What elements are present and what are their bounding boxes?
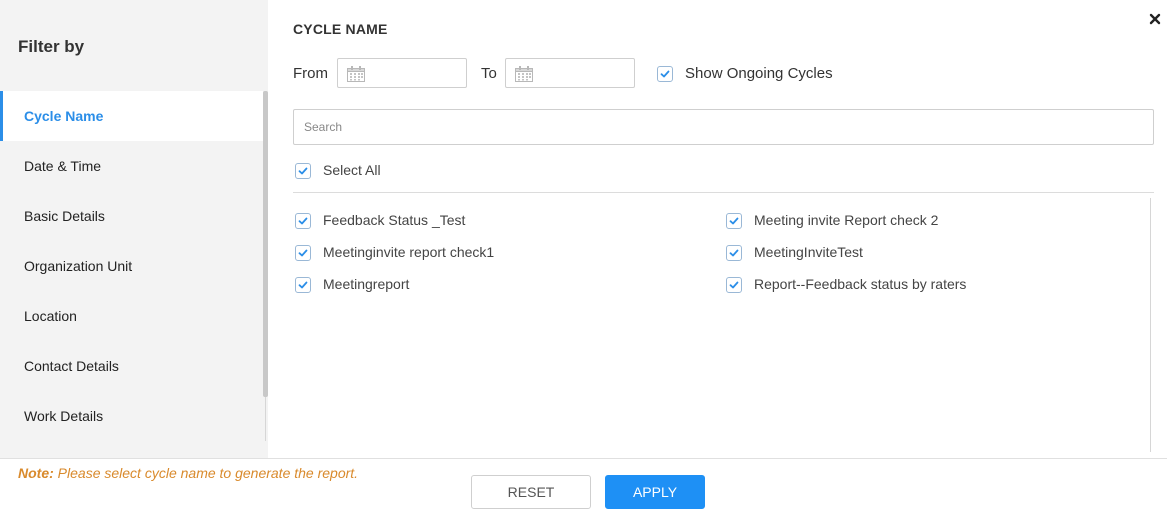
reset-button[interactable]: RESET: [471, 475, 591, 509]
cycle-checkbox[interactable]: [295, 245, 311, 261]
sidebar-item-work-details[interactable]: Work Details: [0, 391, 263, 441]
main-content: CYCLE NAME From To Show Ongoing Cycles S…: [268, 0, 1167, 458]
select-all-checkbox[interactable]: [295, 163, 311, 179]
show-ongoing-label[interactable]: Show Ongoing Cycles: [685, 65, 833, 82]
sidebar-item-location[interactable]: Location: [0, 291, 263, 341]
cycle-checkbox[interactable]: [726, 245, 742, 261]
note-prefix: Note:: [18, 465, 54, 481]
checkmark-icon: [298, 281, 308, 289]
from-date-field[interactable]: [337, 58, 467, 88]
cycle-item-label[interactable]: Meetingreport: [323, 276, 409, 292]
to-date-field[interactable]: [505, 58, 635, 88]
close-icon[interactable]: [1148, 12, 1162, 26]
divider: [293, 192, 1154, 193]
select-all-label[interactable]: Select All: [323, 162, 381, 178]
cycle-checkbox[interactable]: [295, 277, 311, 293]
cycle-item-label[interactable]: Meetinginvite report check1: [323, 244, 494, 260]
sidebar-item-organization-unit[interactable]: Organization Unit: [0, 241, 263, 291]
filter-sidebar: Filter by Cycle Name Date & Time Basic D…: [0, 0, 268, 458]
footer-note: Note: Please select cycle name to genera…: [18, 465, 358, 481]
cycle-item-label[interactable]: Report--Feedback status by raters: [754, 276, 966, 292]
section-title: CYCLE NAME: [293, 21, 388, 37]
sidebar-item-contact-details[interactable]: Contact Details: [0, 341, 263, 391]
sidebar-item-date-time[interactable]: Date & Time: [0, 141, 263, 191]
sidebar-scrollbar-track: [265, 397, 266, 441]
cycle-item-label[interactable]: Feedback Status _Test: [323, 212, 465, 228]
calendar-icon: [347, 66, 365, 82]
cycle-item-label[interactable]: MeetingInviteTest: [754, 244, 863, 260]
footer-divider: [0, 458, 1167, 459]
cycle-list-scrollbar[interactable]: [1150, 198, 1151, 452]
sidebar-title: Filter by: [18, 37, 85, 56]
checkmark-icon: [729, 249, 739, 257]
checkmark-icon: [298, 217, 308, 225]
checkmark-icon: [729, 281, 739, 289]
show-ongoing-checkbox[interactable]: [657, 66, 673, 82]
sidebar-item-basic-details[interactable]: Basic Details: [0, 191, 263, 241]
cycle-item-label[interactable]: Meeting invite Report check 2: [754, 212, 938, 228]
sidebar-list: Cycle Name Date & Time Basic Details Org…: [0, 91, 263, 441]
cycle-checkbox[interactable]: [295, 213, 311, 229]
cycle-checkbox[interactable]: [726, 213, 742, 229]
checkmark-icon: [298, 249, 308, 257]
sidebar-item-cycle-name[interactable]: Cycle Name: [0, 91, 263, 141]
search-input[interactable]: [293, 109, 1154, 145]
apply-button[interactable]: APPLY: [605, 475, 705, 509]
note-text: Please select cycle name to generate the…: [53, 465, 359, 481]
filter-panel: Filter by Cycle Name Date & Time Basic D…: [0, 0, 1167, 519]
from-label: From: [293, 65, 328, 82]
checkmark-icon: [298, 167, 308, 175]
checkmark-icon: [660, 70, 670, 78]
cycle-checkbox[interactable]: [726, 277, 742, 293]
checkmark-icon: [729, 217, 739, 225]
calendar-icon: [515, 66, 533, 82]
to-label: To: [481, 65, 497, 82]
